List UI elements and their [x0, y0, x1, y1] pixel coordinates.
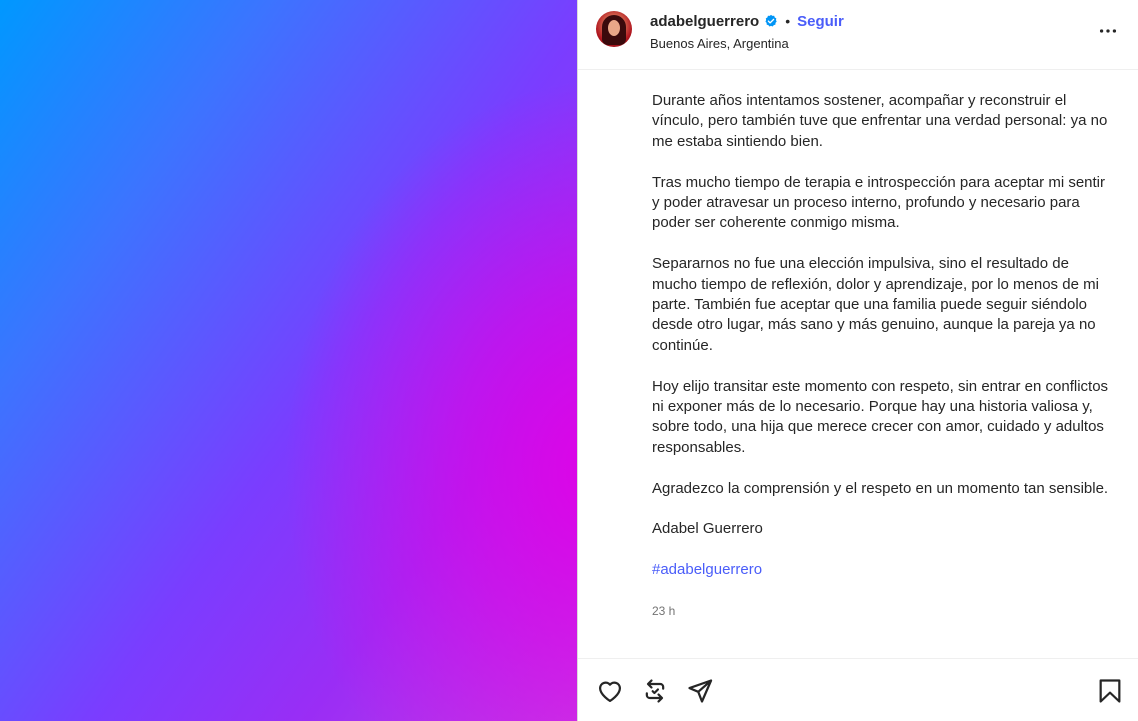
post-side-panel: adabelguerrero • Seguir Buenos Aires, Ar… [577, 0, 1138, 721]
post-header: adabelguerrero • Seguir Buenos Aires, Ar… [578, 0, 1138, 70]
caption-paragraph: Separarnos no fue una elección impulsiva… [652, 255, 1099, 354]
username-row: adabelguerrero • Seguir [650, 11, 844, 31]
caption-paragraph: Tras mucho tiempo de terapia e introspec… [652, 173, 1105, 232]
hashtag-link[interactable]: #adabelguerrero [652, 560, 1112, 580]
instagram-post: adabelguerrero • Seguir Buenos Aires, Ar… [0, 0, 1138, 721]
caption-paragraph: Agradezco la comprensión y el respeto en… [652, 479, 1109, 497]
separator-dot: • [785, 13, 791, 29]
avatar[interactable] [596, 11, 632, 47]
caption-paragraph: Hoy elijo transitar este momento con res… [652, 377, 1109, 456]
repost-icon[interactable] [641, 677, 669, 705]
avatar-face [608, 20, 620, 36]
bookmark-icon[interactable] [1096, 677, 1124, 705]
more-options-icon[interactable] [1097, 20, 1119, 42]
caption-signature: Adabel Guerrero [652, 520, 763, 538]
username[interactable]: adabelguerrero [650, 13, 759, 30]
location-link[interactable]: Buenos Aires, Argentina [650, 36, 789, 51]
heart-icon[interactable] [596, 677, 624, 705]
post-caption: Durante años intentamos sostener, acompa… [652, 91, 1112, 621]
follow-button[interactable]: Seguir [797, 13, 844, 30]
post-timestamp[interactable]: 23 h [652, 601, 1112, 621]
verified-badge-icon [765, 14, 777, 27]
send-icon[interactable] [686, 677, 714, 705]
post-media-gradient[interactable] [0, 0, 577, 721]
post-actions-bar [578, 658, 1138, 721]
caption-paragraph: Durante años intentamos sostener, acompa… [652, 92, 1108, 150]
